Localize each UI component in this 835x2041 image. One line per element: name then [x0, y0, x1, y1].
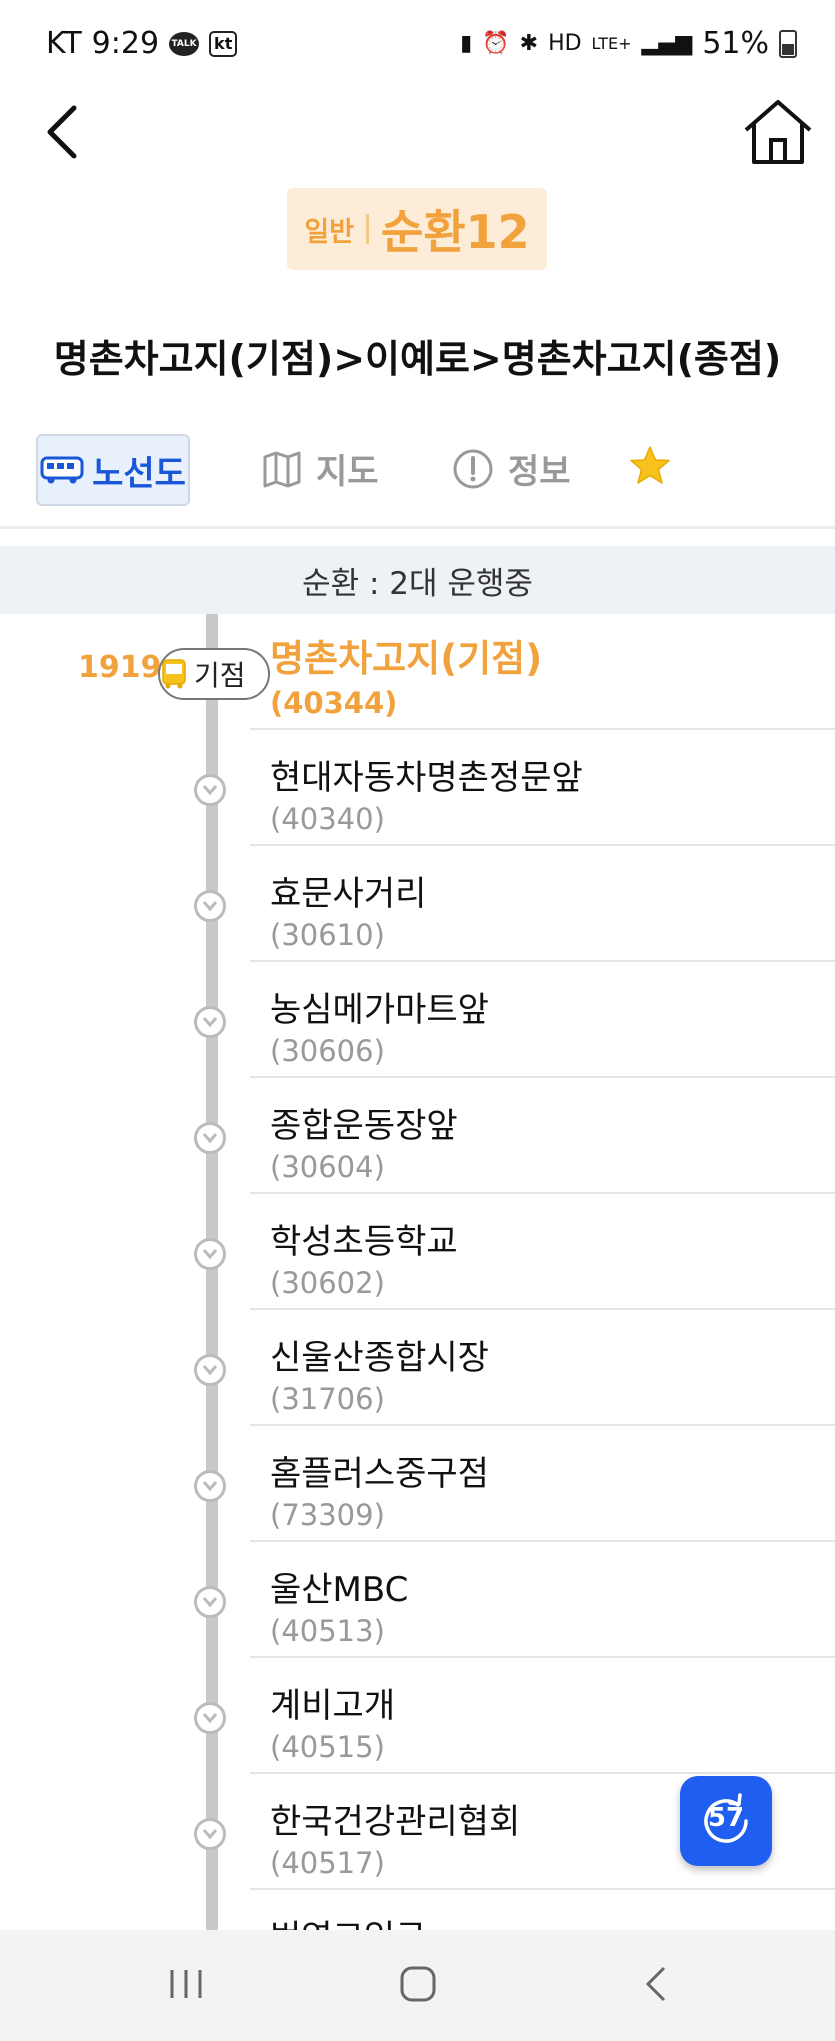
route-number: 순환12: [381, 205, 530, 259]
stop-name: 홈플러스중구점: [270, 1454, 489, 1494]
favorite-button[interactable]: [628, 444, 672, 488]
back-arrow-icon: [47, 105, 77, 159]
stop-name: 울산MBC: [270, 1570, 409, 1610]
back-nav-icon: [646, 1966, 666, 2002]
tab-route-map[interactable]: 노선도: [36, 434, 190, 506]
stop-item[interactable]: 홈플러스중구점 (73309): [0, 1426, 835, 1542]
stop-item[interactable]: 학성초등학교 (30602): [0, 1194, 835, 1310]
tab-map-label: 지도: [316, 452, 379, 492]
home-icon: [744, 100, 812, 164]
status-right: ▮ ⏰ ✱ HD LTE+ ▂▄▆ 51%: [460, 26, 797, 61]
stop-id: (30606): [270, 1034, 385, 1068]
home-button[interactable]: [740, 96, 816, 166]
route-badge: 일반 순환12: [287, 188, 547, 270]
signal-icon: ▂▄▆: [641, 31, 693, 56]
badge-divider: [366, 214, 370, 244]
bus-marker-icon: [162, 659, 186, 689]
battery-percent: 51%: [702, 26, 769, 61]
stop-item[interactable]: 신울산종합시장 (31706): [0, 1310, 835, 1426]
tab-route-label: 노선도: [92, 453, 186, 494]
route-path-title: 명촌차고지(기점)>이예로>명촌차고지(종점): [53, 337, 782, 381]
clock: 9:29: [91, 26, 160, 61]
stop-id: (40513): [270, 1614, 385, 1648]
start-label: 기점: [194, 659, 246, 692]
map-icon: [263, 451, 301, 487]
chevron-down-icon: [194, 1006, 226, 1038]
stop-name: 계비고개: [270, 1686, 396, 1726]
info-icon: [453, 449, 493, 488]
stop-id: (40515): [270, 1730, 385, 1764]
alarm-icon: ⏰: [482, 31, 510, 56]
chevron-down-icon: [194, 1702, 226, 1734]
status-bar: KT 9:29 TALK kt ▮ ⏰ ✱ HD LTE+ ▂▄▆ 51%: [0, 0, 835, 92]
chevron-down-icon: [194, 1238, 226, 1270]
chevron-down-icon: [194, 1586, 226, 1618]
chevron-down-icon: [194, 1818, 226, 1850]
chevron-down-icon: [194, 1470, 226, 1502]
refresh-countdown-button[interactable]: 57: [680, 1776, 772, 1866]
back-nav-button[interactable]: [636, 1964, 676, 2008]
stop-id: (30602): [270, 1266, 385, 1300]
kt-app-icon: kt: [209, 30, 238, 57]
bus-position-marker[interactable]: 기점: [158, 648, 270, 700]
stop-id: (31706): [270, 1382, 385, 1416]
stop-id: (40340): [270, 802, 385, 836]
tab-map[interactable]: 지도: [262, 444, 379, 493]
stop-name: 명촌차고지(기점): [270, 637, 543, 680]
status-left: KT 9:29 TALK kt: [46, 26, 238, 61]
stop-name: 학성초등학교: [270, 1222, 458, 1262]
chevron-down-icon: [194, 890, 226, 922]
bluetooth-icon: ✱: [519, 31, 539, 56]
star-icon: [630, 446, 670, 484]
recent-apps-icon: [170, 1970, 202, 1998]
hd-voice-icon: HD: [548, 31, 582, 56]
stop-name: 한국건강관리협회: [270, 1802, 521, 1842]
bus-icon: [40, 456, 84, 484]
tab-divider: [0, 526, 835, 529]
network-type: LTE+: [591, 34, 632, 53]
back-button[interactable]: [40, 100, 90, 164]
bus-vehicle-number: 1919: [78, 650, 162, 685]
stop-name: 종합운동장앞: [270, 1106, 458, 1146]
battery-saver-icon: ▮: [460, 31, 473, 56]
stop-id: (40344): [270, 686, 398, 720]
stop-name: 농심메가마트앞: [270, 990, 489, 1030]
stop-item[interactable]: 울산MBC (40513): [0, 1542, 835, 1658]
stop-item[interactable]: 농심메가마트앞 (30606): [0, 962, 835, 1078]
operation-status: 순환 : 2대 운행중: [0, 546, 835, 614]
stop-item[interactable]: 현대자동차명촌정문앞 (40340): [0, 730, 835, 846]
tab-info-label: 정보: [508, 452, 571, 492]
battery-icon: [779, 29, 797, 58]
stop-name: 효문사거리: [270, 874, 427, 914]
stop-id: (30604): [270, 1150, 385, 1184]
system-navigation-bar: [0, 1930, 835, 2041]
route-type: 일반: [304, 216, 355, 248]
kakaotalk-icon: TALK: [169, 31, 200, 56]
stop-id: (73309): [270, 1498, 385, 1532]
stop-item[interactable]: 계비고개 (40515): [0, 1658, 835, 1774]
tab-bar: 노선도 지도 정보: [0, 430, 835, 525]
stop-item[interactable]: 종합운동장앞 (30604): [0, 1078, 835, 1194]
stop-name: 현대자동차명촌정문앞: [270, 758, 583, 798]
home-nav-button[interactable]: [398, 1964, 438, 2008]
chevron-down-icon: [194, 1122, 226, 1154]
home-nav-icon: [400, 1966, 436, 2002]
tab-info[interactable]: 정보: [452, 444, 571, 493]
chevron-down-icon: [194, 1354, 226, 1386]
recent-apps-button[interactable]: [166, 1964, 206, 2008]
stop-id: (40517): [270, 1846, 385, 1880]
chevron-down-icon: [194, 774, 226, 806]
carrier-label: KT: [46, 26, 82, 61]
stop-name: 신울산종합시장: [270, 1338, 489, 1378]
refresh-seconds: 57: [707, 1803, 745, 1833]
stop-id: (30610): [270, 918, 385, 952]
stop-item[interactable]: 효문사거리 (30610): [0, 846, 835, 962]
